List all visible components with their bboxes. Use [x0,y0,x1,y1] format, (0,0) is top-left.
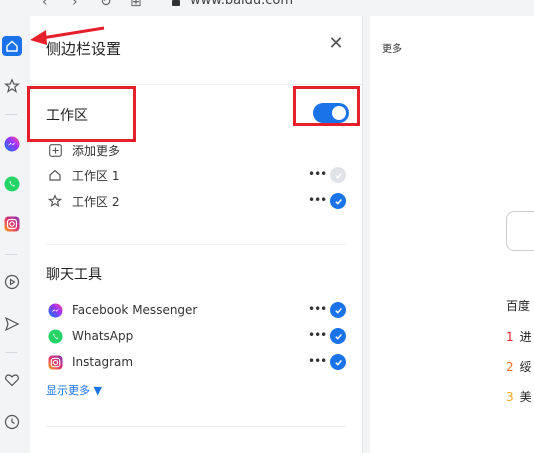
close-icon[interactable]: ✕ [326,34,346,54]
list-item[interactable]: WhatsApp ••• [46,326,346,346]
back-icon[interactable]: ‹ [42,0,48,10]
divider [46,244,346,245]
more-link[interactable]: 更多 [382,40,402,55]
star-icon [46,192,64,210]
instagram-checkbox[interactable] [330,354,346,370]
hot-rank: 3 [506,390,514,404]
search-input[interactable] [506,211,534,251]
add-more-label: 添加更多 [72,143,121,158]
sidebar-icon-rail [0,16,24,453]
more-options-icon[interactable]: ••• [308,167,327,181]
home-icon[interactable] [2,36,22,56]
hot-text: 进 [519,330,532,344]
workspace-1-checkbox[interactable] [330,167,346,183]
list-item[interactable]: 工作区 1 ••• [46,165,346,185]
clock-icon[interactable] [2,412,22,432]
hot-list-item[interactable]: 3美 [506,388,532,405]
browser-toolbar: ‹ › ↻ ⊞ www.baidu.com [0,0,534,16]
annotation-box-workspace [27,86,136,142]
instagram-icon [46,353,64,371]
star-icon[interactable] [2,76,22,96]
hot-list-item[interactable]: 2绥 [506,358,532,375]
list-item[interactable]: 工作区 2 ••• [46,191,346,211]
list-item[interactable]: Instagram ••• [46,352,346,372]
instagram-icon[interactable] [2,214,22,234]
whatsapp-label: WhatsApp [72,329,134,343]
hot-rank: 2 [506,360,514,374]
more-options-icon[interactable]: ••• [308,354,327,368]
whatsapp-checkbox[interactable] [330,328,346,344]
messenger-icon[interactable] [2,134,22,154]
annotation-arrow [30,26,105,45]
hot-text: 美 [519,390,532,404]
hot-list-title: 百度 [506,299,531,313]
add-icon [46,141,64,159]
workspace-1-label: 工作区 1 [72,168,120,183]
annotation-box-toggle [293,86,360,126]
list-item[interactable]: Facebook Messenger ••• [46,300,346,320]
reload-icon[interactable]: ↻ [100,0,112,10]
instagram-label: Instagram [72,355,134,369]
hot-list-item[interactable]: 1进 [506,328,532,345]
hot-text: 绥 [519,360,532,374]
home-icon [46,166,64,184]
messenger-icon [46,301,64,319]
web-page-area: 更多 百度 1进 2绥 3美 [370,16,534,453]
send-icon[interactable] [2,314,22,334]
whatsapp-icon [46,327,64,345]
lock-icon [172,0,180,6]
more-options-icon[interactable]: ••• [308,193,327,207]
workspace-2-checkbox[interactable] [330,193,346,209]
chat-section-title: 聊天工具 [46,267,102,283]
more-options-icon[interactable]: ••• [308,328,327,342]
heart-icon[interactable] [2,370,22,390]
forward-icon[interactable]: › [72,0,78,10]
grid-icon[interactable]: ⊞ [130,0,142,10]
workspace-2-label: 工作区 2 [72,194,120,209]
hot-rank: 1 [506,330,514,344]
messenger-label: Facebook Messenger [72,303,198,317]
add-more-row[interactable]: 添加更多 [46,140,346,160]
messenger-checkbox[interactable] [330,302,346,318]
show-more-link[interactable]: 显示更多 ▼ [46,382,102,398]
play-circle-icon[interactable] [2,272,22,292]
divider [46,426,346,427]
more-options-icon[interactable]: ••• [308,302,327,316]
divider [30,84,362,85]
whatsapp-icon[interactable] [2,174,22,194]
sidebar-settings-panel: 侧边栏设置 ✕ 工作区 添加更多 工作区 1 ••• 工作区 2 ••• 聊天工… [30,16,363,453]
address-bar[interactable]: www.baidu.com [190,0,293,8]
